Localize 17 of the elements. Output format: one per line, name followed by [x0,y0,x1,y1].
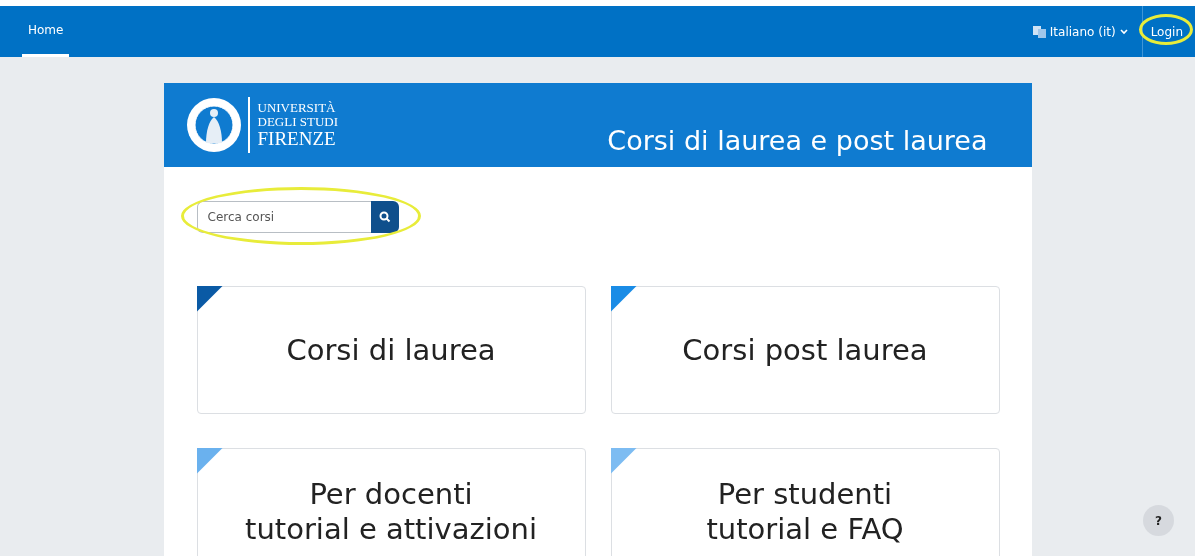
university-name: FIRENZE [257,128,337,149]
university-seal-icon [185,97,242,153]
search-button[interactable] [370,201,399,233]
page-title: Corsi di laurea e post laurea [607,123,988,156]
category-tile[interactable]: Corsi post laurea [610,286,1000,414]
search-field[interactable]: Cerca corsi [196,201,371,233]
chevron-down-icon [1119,28,1128,35]
category-tile[interactable]: Per docenti tutorial e attivazioni [196,448,586,556]
university-name: DEGLI STUDI [257,115,338,129]
help-button[interactable]: ? [1143,505,1174,536]
university-name: UNIVERSITÀ [257,101,337,116]
category-tile[interactable]: Corsi di laurea [196,286,586,414]
search-icon [378,211,391,223]
language-menu[interactable]: Italiano (it) [1022,6,1138,57]
login-link[interactable]: Login [1146,24,1187,39]
translate-icon [1032,25,1046,38]
category-tile[interactable]: Per studenti tutorial e FAQ [610,448,1000,556]
